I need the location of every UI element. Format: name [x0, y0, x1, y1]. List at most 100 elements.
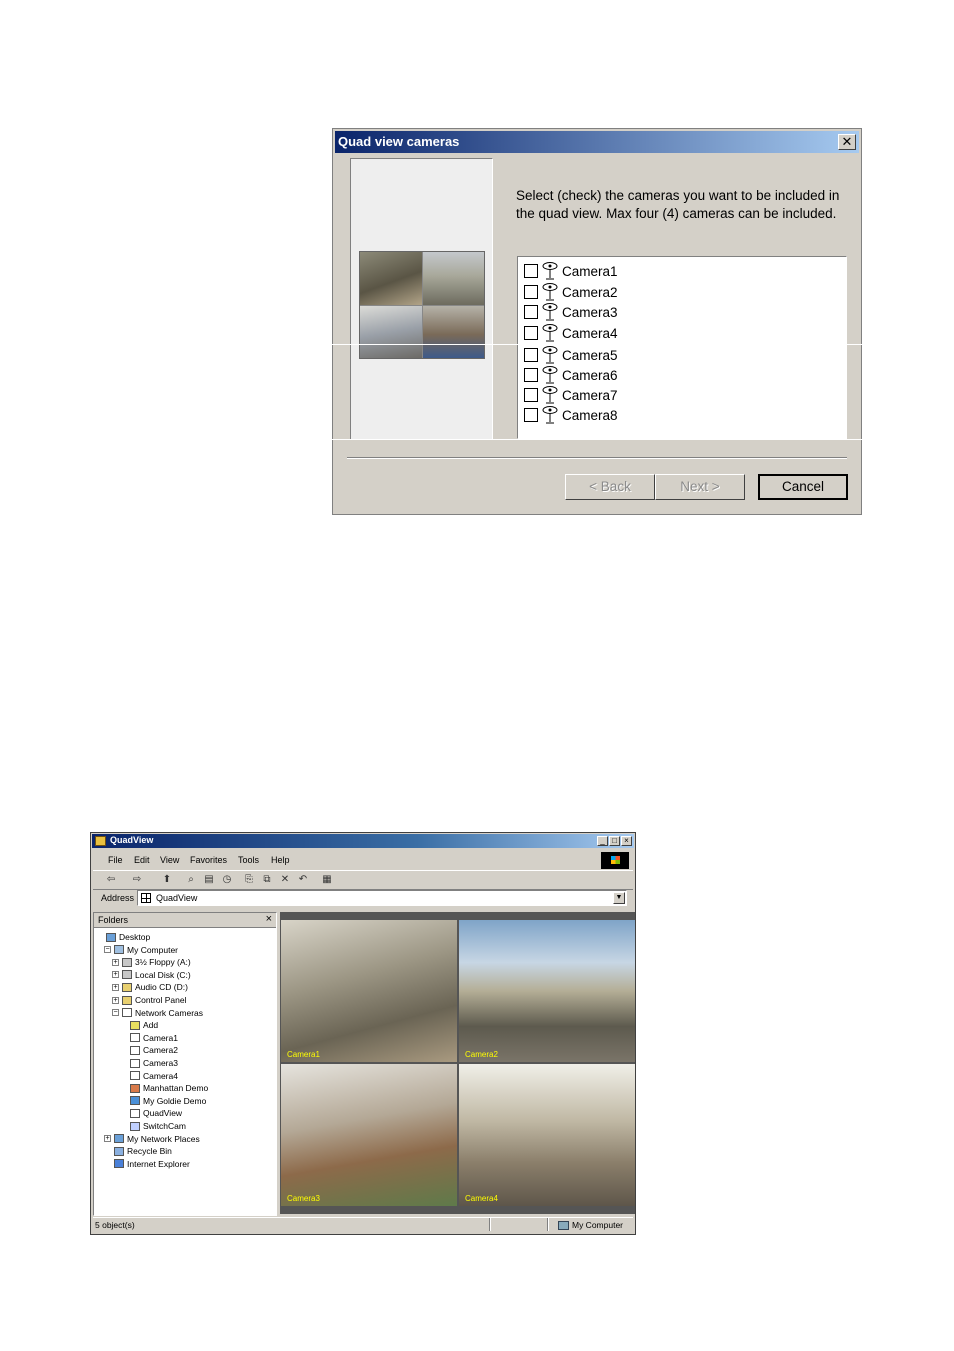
- camera-list-item[interactable]: Camera4: [524, 323, 618, 343]
- camera-list-item[interactable]: Camera2: [524, 282, 618, 302]
- tree-item-label: Local Disk (C:): [135, 969, 191, 980]
- close-button[interactable]: ✕: [838, 134, 856, 150]
- tree-item[interactable]: SwitchCam: [120, 1120, 186, 1132]
- tree-item[interactable]: + Control Panel: [112, 994, 187, 1006]
- menu-view[interactable]: View: [160, 855, 179, 865]
- collapse-icon[interactable]: −: [104, 946, 111, 954]
- tree-item-icon: [114, 1159, 124, 1169]
- collapse-icon[interactable]: −: [112, 1009, 119, 1017]
- up-folder-icon[interactable]: ⬆: [161, 874, 173, 886]
- tree-item[interactable]: + Local Disk (C:): [112, 969, 191, 981]
- tree-item-label: My Goldie Demo: [143, 1095, 207, 1106]
- delete-icon[interactable]: ✕: [279, 874, 291, 886]
- tree-item[interactable]: Camera1: [120, 1032, 178, 1044]
- expand-icon[interactable]: +: [112, 983, 119, 991]
- camera-list[interactable]: Camera1 Camera2 Camera3 Camera4 Camera5 …: [517, 256, 847, 439]
- window-title-bar[interactable]: QuadView _ □ ×: [92, 834, 634, 848]
- tree-item[interactable]: +3½ Floppy (A:): [112, 956, 191, 968]
- camera-list-item[interactable]: Camera5: [524, 345, 618, 365]
- next-button[interactable]: Next >: [655, 474, 745, 500]
- camera-checkbox[interactable]: [524, 368, 538, 382]
- scan-line: [332, 344, 863, 345]
- minimize-button[interactable]: _: [597, 836, 608, 846]
- back-button[interactable]: < Back: [565, 474, 655, 500]
- camera-checkbox[interactable]: [524, 388, 538, 402]
- search-icon[interactable]: ⌕: [185, 874, 197, 886]
- explorer-window: QuadView _ □ × File Edit View Favorites …: [90, 832, 636, 1235]
- expand-icon[interactable]: +: [112, 996, 119, 1004]
- tree-item[interactable]: Camera2: [120, 1044, 178, 1056]
- tree-item[interactable]: Camera4: [120, 1070, 178, 1082]
- maximize-button[interactable]: □: [609, 836, 620, 846]
- folders-icon[interactable]: ▤: [203, 874, 215, 886]
- tree-item-label: Camera1: [143, 1032, 178, 1043]
- menu-file[interactable]: File: [108, 855, 123, 865]
- computer-icon: [557, 1220, 569, 1230]
- menu-bar: File Edit View Favorites Tools Help: [93, 851, 633, 869]
- forward-icon[interactable]: ⇨: [131, 874, 143, 886]
- copy-to-icon[interactable]: ⧉: [261, 874, 273, 886]
- tree-item-icon: [130, 1033, 140, 1043]
- expand-icon[interactable]: +: [104, 1135, 111, 1143]
- camera-checkbox[interactable]: [524, 264, 538, 278]
- camera-checkbox[interactable]: [524, 326, 538, 340]
- camera-label: Camera6: [562, 367, 618, 383]
- quad-view-dialog: Quad view cameras ✕ Select (check) the c…: [332, 128, 862, 515]
- tree-item[interactable]: + Audio CD (D:): [112, 981, 188, 993]
- camera-checkbox[interactable]: [524, 348, 538, 362]
- dialog-title-bar[interactable]: Quad view cameras ✕: [335, 131, 859, 153]
- chevron-down-icon[interactable]: ▼: [613, 892, 625, 904]
- address-input[interactable]: QuadView ▼: [137, 890, 627, 906]
- tree-item[interactable]: Add: [120, 1019, 158, 1031]
- expand-icon[interactable]: +: [112, 958, 119, 966]
- views-icon[interactable]: ▦: [321, 874, 333, 886]
- camera-list-item[interactable]: Camera7: [524, 385, 618, 405]
- menu-edit[interactable]: Edit: [134, 855, 150, 865]
- camera-label: Camera5: [562, 347, 618, 363]
- cancel-button[interactable]: Cancel: [758, 474, 848, 500]
- camera-checkbox[interactable]: [524, 408, 538, 422]
- tree-item-label: SwitchCam: [143, 1121, 186, 1131]
- expand-icon[interactable]: +: [112, 971, 119, 979]
- camera-view[interactable]: Camera1: [281, 920, 457, 1062]
- folder-icon: [95, 836, 106, 846]
- back-icon[interactable]: ⇦: [105, 874, 117, 886]
- undo-icon[interactable]: ↶: [297, 874, 309, 886]
- tree-item-icon: [114, 1134, 124, 1144]
- camera-icon: [542, 366, 558, 384]
- camera-checkbox[interactable]: [524, 305, 538, 319]
- menu-tools[interactable]: Tools: [238, 855, 259, 865]
- address-bar: Address QuadView ▼: [93, 889, 633, 908]
- tree-item[interactable]: Internet Explorer: [104, 1158, 190, 1170]
- move-to-icon[interactable]: ⎘: [243, 874, 255, 886]
- camera-list-item[interactable]: Camera8: [524, 405, 618, 425]
- tree-item[interactable]: − Network Cameras: [112, 1007, 203, 1019]
- camera-list-item[interactable]: Camera6: [524, 365, 618, 385]
- tree-item[interactable]: QuadView: [120, 1107, 182, 1119]
- dialog-title: Quad view cameras: [338, 134, 460, 149]
- camera-view[interactable]: Camera2: [459, 920, 635, 1062]
- camera-view[interactable]: Camera3: [281, 1064, 457, 1206]
- quad-view-pane: Camera1 Camera2 Camera3 Camera4: [280, 912, 635, 1214]
- camera-list-item[interactable]: Camera3: [524, 302, 618, 322]
- tree-item[interactable]: Recycle Bin: [104, 1145, 172, 1157]
- camera-list-item[interactable]: Camera1: [524, 261, 618, 281]
- tree-item[interactable]: Camera3: [120, 1057, 178, 1069]
- tree-item[interactable]: My Goldie Demo: [120, 1095, 206, 1107]
- camera-icon: [542, 324, 558, 342]
- camera-view[interactable]: Camera4: [459, 1064, 635, 1206]
- tree-item[interactable]: + My Network Places: [104, 1133, 200, 1145]
- tree-item[interactable]: Manhattan Demo: [120, 1082, 208, 1094]
- close-button[interactable]: ×: [621, 836, 632, 846]
- tree-item-label: Add: [143, 1020, 159, 1031]
- tree-item-label: Camera2: [143, 1045, 178, 1056]
- camera-checkbox[interactable]: [524, 285, 538, 299]
- menu-help[interactable]: Help: [271, 855, 290, 865]
- tree-item[interactable]: Desktop: [96, 931, 150, 943]
- menu-favorites[interactable]: Favorites: [190, 855, 227, 865]
- close-icon[interactable]: ×: [266, 913, 272, 925]
- tree-item[interactable]: − My Computer: [104, 944, 178, 956]
- tree-item-label: Internet Explorer: [127, 1158, 190, 1169]
- address-label: Address: [101, 893, 135, 903]
- history-icon[interactable]: ◷: [221, 874, 233, 886]
